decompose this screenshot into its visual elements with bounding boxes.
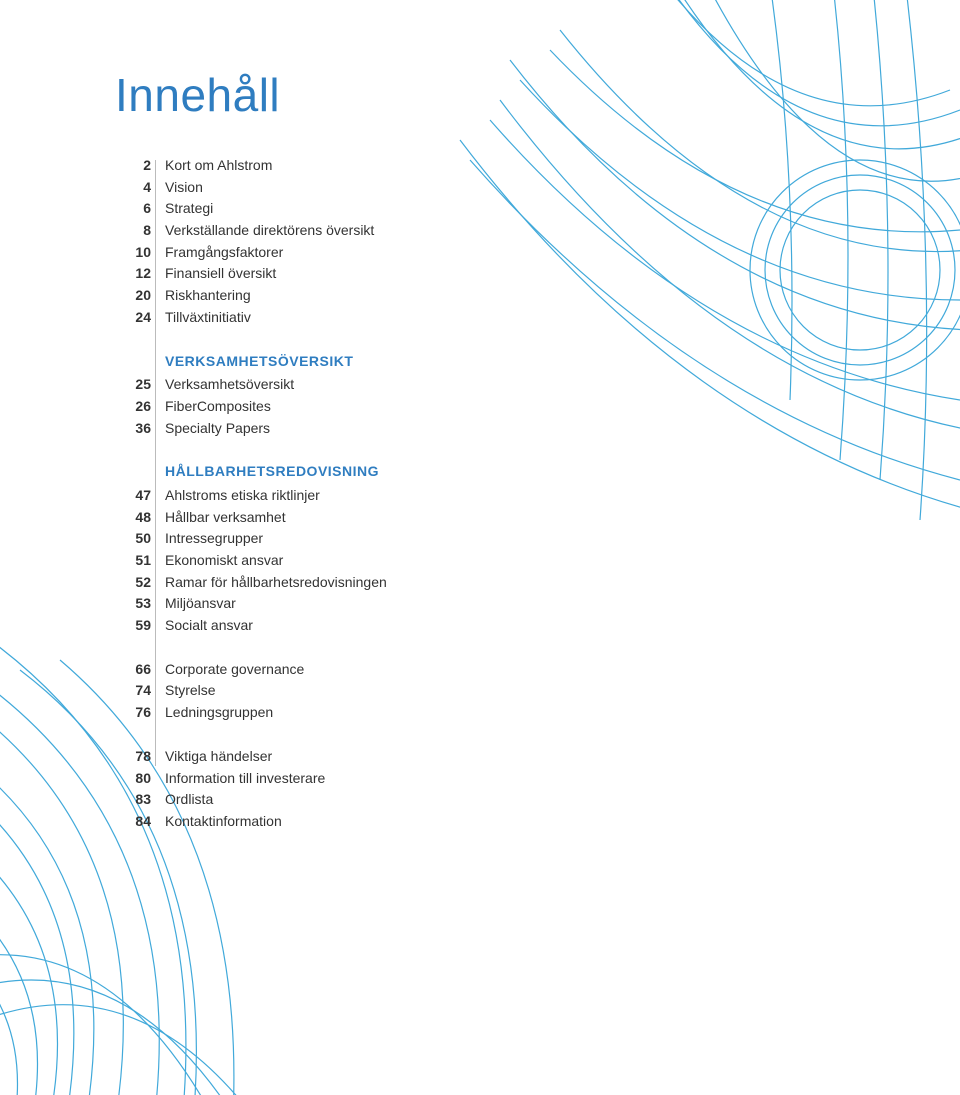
toc-page-number: 74 xyxy=(115,680,165,702)
toc-row: 8Verkställande direktörens översikt xyxy=(115,220,387,242)
toc-entry-label: Verksamhetsöversikt xyxy=(165,374,294,396)
toc-page-number: 66 xyxy=(115,659,165,681)
toc-entry-label: Ekonomiskt ansvar xyxy=(165,550,283,572)
toc-page-number: 6 xyxy=(115,198,165,220)
toc-entry-label: Vision xyxy=(165,177,203,199)
toc-entry-label: Riskhantering xyxy=(165,285,251,307)
toc-entry-label: Information till investerare xyxy=(165,768,325,790)
toc-page-number: 52 xyxy=(115,572,165,594)
toc-page-number: 25 xyxy=(115,374,165,396)
toc-entry-label: Hållbar verksamhet xyxy=(165,507,286,529)
toc-row: 83Ordlista xyxy=(115,789,387,811)
toc-section-heading: HÅLLBARHETSREDOVISNING xyxy=(165,461,387,483)
toc-page-number: 36 xyxy=(115,418,165,440)
toc-page-number: 83 xyxy=(115,789,165,811)
toc-row: 4Vision xyxy=(115,177,387,199)
table-of-contents: 2Kort om Ahlstrom4Vision6Strategi8Verkst… xyxy=(115,155,387,855)
toc-section: 2Kort om Ahlstrom4Vision6Strategi8Verkst… xyxy=(115,155,387,329)
page-title: Innehåll xyxy=(115,68,280,122)
toc-entry-label: Ledningsgruppen xyxy=(165,702,273,724)
toc-page-number: 4 xyxy=(115,177,165,199)
toc-entry-label: Socialt ansvar xyxy=(165,615,253,637)
toc-entry-label: Intressegrupper xyxy=(165,528,263,550)
toc-row: 24Tillväxtinitiativ xyxy=(115,307,387,329)
toc-row: 25Verksamhetsöversikt xyxy=(115,374,387,396)
toc-page-number: 12 xyxy=(115,263,165,285)
toc-entry-label: Kort om Ahlstrom xyxy=(165,155,272,177)
toc-row: 76Ledningsgruppen xyxy=(115,702,387,724)
toc-entry-label: Specialty Papers xyxy=(165,418,270,440)
toc-row: 78Viktiga händelser xyxy=(115,746,387,768)
toc-entry-label: Tillväxtinitiativ xyxy=(165,307,251,329)
toc-row: 66Corporate governance xyxy=(115,659,387,681)
toc-row: 53Miljöansvar xyxy=(115,593,387,615)
toc-page-number: 78 xyxy=(115,746,165,768)
toc-page-number: 47 xyxy=(115,485,165,507)
toc-entry-label: Finansiell översikt xyxy=(165,263,276,285)
toc-page-number: 59 xyxy=(115,615,165,637)
toc-page-number: 76 xyxy=(115,702,165,724)
toc-row: 80Information till investerare xyxy=(115,768,387,790)
toc-entry-label: Kontaktinformation xyxy=(165,811,282,833)
toc-row: 12Finansiell översikt xyxy=(115,263,387,285)
toc-entry-label: Viktiga händelser xyxy=(165,746,272,768)
toc-entry-label: FiberComposites xyxy=(165,396,271,418)
toc-row: 10Framgångsfaktorer xyxy=(115,242,387,264)
toc-section: VERKSAMHETSÖVERSIKT25Verksamhetsöversikt… xyxy=(115,351,387,440)
toc-entry-label: Strategi xyxy=(165,198,213,220)
toc-row: 47Ahlstroms etiska riktlinjer xyxy=(115,485,387,507)
toc-entry-label: Ordlista xyxy=(165,789,213,811)
toc-section: 66Corporate governance74Styrelse76Lednin… xyxy=(115,659,387,724)
toc-row: 36Specialty Papers xyxy=(115,418,387,440)
toc-row: 59Socialt ansvar xyxy=(115,615,387,637)
toc-page-number: 51 xyxy=(115,550,165,572)
toc-page-number: 26 xyxy=(115,396,165,418)
toc-page-number: 2 xyxy=(115,155,165,177)
toc-page-number: 80 xyxy=(115,768,165,790)
toc-section-heading: VERKSAMHETSÖVERSIKT xyxy=(165,351,387,373)
toc-section: 78Viktiga händelser80Information till in… xyxy=(115,746,387,833)
toc-page-number: 53 xyxy=(115,593,165,615)
toc-entry-label: Verkställande direktörens översikt xyxy=(165,220,374,242)
toc-entry-label: Ahlstroms etiska riktlinjer xyxy=(165,485,320,507)
toc-row: 52Ramar för hållbarhetsredovisningen xyxy=(115,572,387,594)
toc-row: 26FiberComposites xyxy=(115,396,387,418)
toc-entry-label: Corporate governance xyxy=(165,659,304,681)
toc-page-number: 24 xyxy=(115,307,165,329)
toc-page-number: 20 xyxy=(115,285,165,307)
toc-entry-label: Miljöansvar xyxy=(165,593,236,615)
toc-row: 84Kontaktinformation xyxy=(115,811,387,833)
toc-row: 2Kort om Ahlstrom xyxy=(115,155,387,177)
toc-row: 20Riskhantering xyxy=(115,285,387,307)
toc-page-number: 10 xyxy=(115,242,165,264)
toc-row: 51Ekonomiskt ansvar xyxy=(115,550,387,572)
toc-entry-label: Styrelse xyxy=(165,680,216,702)
toc-row: 6Strategi xyxy=(115,198,387,220)
toc-entry-label: Framgångsfaktorer xyxy=(165,242,283,264)
toc-page-number: 48 xyxy=(115,507,165,529)
toc-page-number: 84 xyxy=(115,811,165,833)
toc-entry-label: Ramar för hållbarhetsredovisningen xyxy=(165,572,387,594)
toc-row: 74Styrelse xyxy=(115,680,387,702)
toc-page-number: 50 xyxy=(115,528,165,550)
toc-row: 50Intressegrupper xyxy=(115,528,387,550)
toc-section: HÅLLBARHETSREDOVISNING47Ahlstroms etiska… xyxy=(115,461,387,637)
toc-row: 48Hållbar verksamhet xyxy=(115,507,387,529)
toc-page-number: 8 xyxy=(115,220,165,242)
